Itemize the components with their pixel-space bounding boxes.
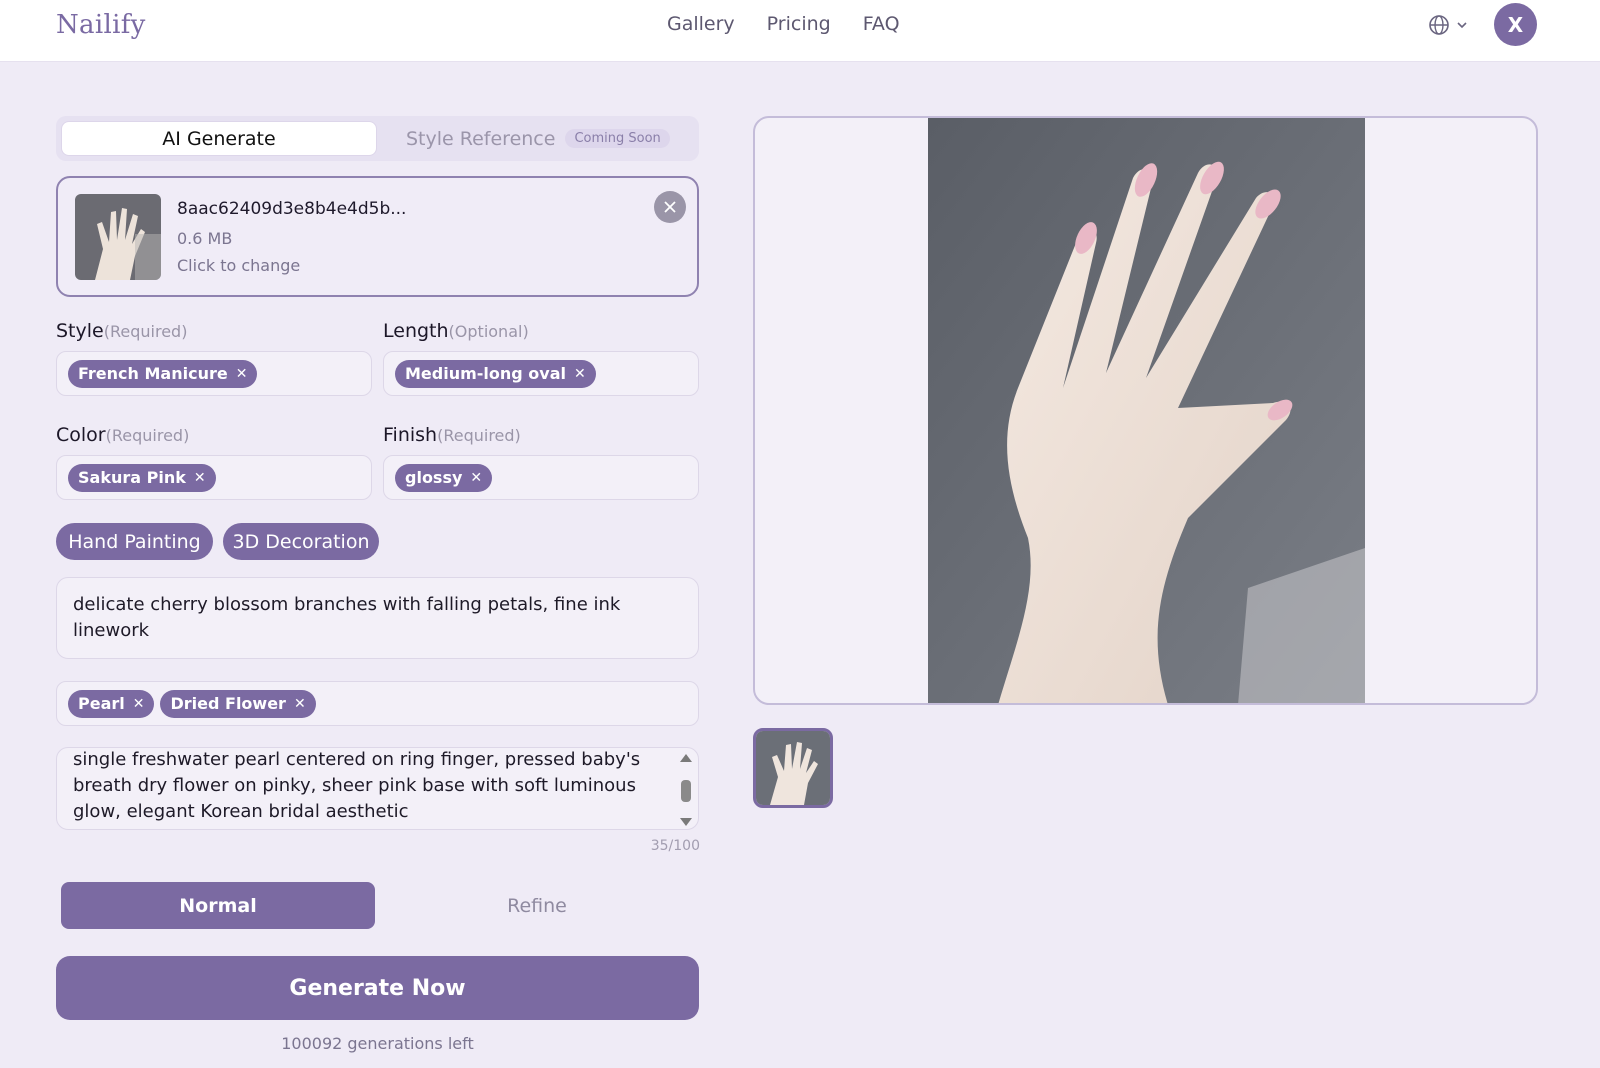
- finish-chip: glossy ✕: [395, 463, 493, 492]
- color-hint: (Required): [105, 426, 190, 445]
- chevron-down-icon: [1457, 22, 1467, 29]
- uploaded-file-card[interactable]: 8aac62409d3e8b4e4d5b... 0.6 MB Click to …: [56, 176, 699, 297]
- avatar[interactable]: X: [1494, 3, 1537, 46]
- color-label: Color(Required): [56, 424, 189, 446]
- mode-tabs: AI Generate Style Reference Coming Soon: [56, 116, 699, 161]
- tab-style-reference[interactable]: Style Reference Coming Soon: [406, 121, 670, 156]
- result-image: [928, 118, 1365, 703]
- remove-chip-icon[interactable]: ✕: [236, 366, 248, 382]
- mode-refine-button[interactable]: Refine: [380, 882, 694, 929]
- style-chip-label: French Manicure: [78, 364, 228, 383]
- globe-icon: [1429, 15, 1449, 35]
- length-label: Length(Optional): [383, 320, 529, 342]
- logo[interactable]: Nailify: [56, 10, 146, 40]
- length-select[interactable]: Medium-long oval ✕: [383, 351, 699, 396]
- language-selector[interactable]: [1428, 14, 1468, 36]
- decoration-chip-label: Pearl: [78, 694, 125, 713]
- 3d-decoration-toggle[interactable]: 3D Decoration: [223, 523, 379, 560]
- mode-normal-button[interactable]: Normal: [61, 882, 375, 929]
- length-chip: Medium-long oval ✕: [395, 359, 596, 388]
- nav-faq[interactable]: FAQ: [863, 13, 900, 35]
- length-chip-label: Medium-long oval: [405, 364, 567, 383]
- decoration-chip-pearl: Pearl ✕: [68, 689, 155, 718]
- color-chip: Sakura Pink ✕: [68, 463, 216, 492]
- description-scrollbar[interactable]: [678, 752, 694, 828]
- finish-hint: (Required): [437, 426, 521, 445]
- length-label-text: Length: [383, 320, 449, 342]
- description-text: single freshwater pearl centered on ring…: [73, 749, 641, 822]
- remove-chip-icon[interactable]: ✕: [574, 366, 586, 382]
- decoration-chip-label: Dried Flower: [170, 694, 286, 713]
- color-select[interactable]: Sakura Pink ✕: [56, 455, 372, 500]
- style-label-text: Style: [56, 320, 104, 342]
- finish-label: Finish(Required): [383, 424, 521, 446]
- generate-now-button[interactable]: Generate Now: [56, 956, 699, 1020]
- remove-chip-icon[interactable]: ✕: [194, 470, 206, 486]
- main-nav: Gallery Pricing FAQ: [667, 13, 900, 35]
- generations-left: 100092 generations left: [281, 1034, 474, 1053]
- style-chip: French Manicure ✕: [68, 359, 258, 388]
- file-name: 8aac62409d3e8b4e4d5b...: [177, 199, 407, 219]
- hand-painting-toggle[interactable]: Hand Painting: [56, 523, 213, 560]
- decoration-select[interactable]: Pearl ✕ Dried Flower ✕: [56, 681, 699, 726]
- tab-style-reference-label: Style Reference: [406, 127, 556, 150]
- remove-file-button[interactable]: [654, 191, 686, 223]
- color-label-text: Color: [56, 424, 106, 446]
- nav-gallery[interactable]: Gallery: [667, 13, 735, 35]
- file-size: 0.6 MB: [177, 229, 233, 248]
- close-icon: [664, 201, 676, 213]
- description-textarea[interactable]: single freshwater pearl centered on ring…: [56, 747, 699, 830]
- remove-chip-icon[interactable]: ✕: [470, 470, 482, 486]
- style-select[interactable]: French Manicure ✕: [56, 351, 372, 396]
- finish-label-text: Finish: [383, 424, 438, 446]
- remove-chip-icon[interactable]: ✕: [294, 696, 306, 712]
- nav-pricing[interactable]: Pricing: [767, 13, 831, 35]
- result-thumbnail[interactable]: [753, 728, 833, 808]
- result-preview: [753, 116, 1538, 705]
- change-file-hint: Click to change: [177, 256, 301, 275]
- hand-painting-prompt[interactable]: delicate cherry blossom branches with fa…: [56, 577, 699, 659]
- uploaded-hand-thumbnail: [75, 194, 161, 280]
- top-header: Nailify Gallery Pricing FAQ X: [0, 0, 1600, 62]
- finish-chip-label: glossy: [405, 468, 463, 487]
- style-label: Style(Required): [56, 320, 187, 342]
- finish-select[interactable]: glossy ✕: [383, 455, 699, 500]
- coming-soon-badge: Coming Soon: [565, 129, 670, 148]
- style-hint: (Required): [103, 322, 188, 341]
- decoration-chip-dried-flower: Dried Flower ✕: [160, 689, 316, 718]
- length-hint: (Optional): [448, 322, 529, 341]
- remove-chip-icon[interactable]: ✕: [133, 696, 145, 712]
- tab-ai-generate[interactable]: AI Generate: [61, 121, 377, 156]
- color-chip-label: Sakura Pink: [78, 468, 186, 487]
- char-counter: 35/100: [650, 838, 700, 854]
